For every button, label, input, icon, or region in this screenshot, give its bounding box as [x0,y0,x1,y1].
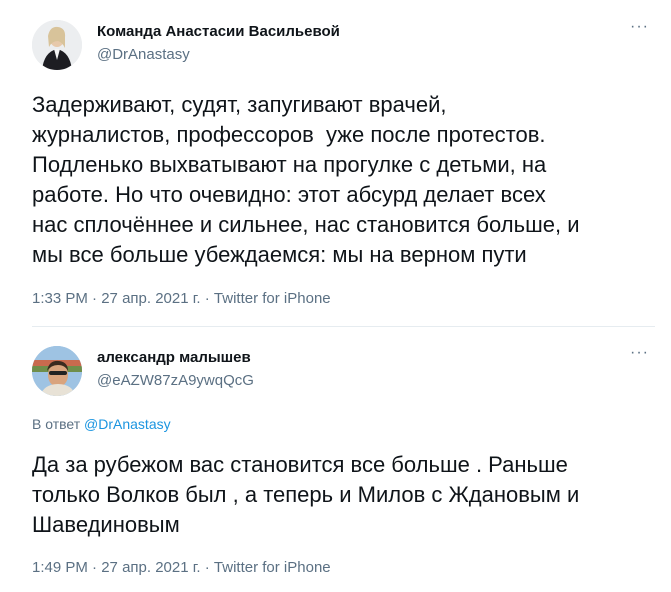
avatar[interactable] [32,20,82,70]
tweet-time-link[interactable]: 1:49 PM [32,559,88,576]
reply-context: В ответ @DrAnastasy [32,416,171,432]
avatar-photo-icon [32,20,82,70]
avatar-photo-icon [32,346,82,396]
avatar[interactable] [32,346,82,396]
meta-separator: · [87,290,102,307]
author-name[interactable]: Команда Анастасии Васильевой [97,23,340,40]
tweet-text: Да за рубежом вас становится все больше … [32,452,580,537]
tweet-date-link[interactable]: 27 апр. 2021 г. [101,559,200,576]
tweet-source-link[interactable]: Twitter for iPhone [214,290,331,307]
tweet-card: александр малышев @eAZW87zA9ywqQcG ··· В… [0,326,671,592]
author-name[interactable]: александр малышев [97,349,251,366]
meta-separator: · [200,290,214,307]
author-handle[interactable]: @DrAnastasy [97,46,190,63]
tweet-time-link[interactable]: 1:33 PM [32,290,88,307]
tweet-card: Команда Анастасии Васильевой @DrAnastasy… [0,0,671,326]
tweet-source-link[interactable]: Twitter for iPhone [214,559,331,576]
meta-separator: · [87,559,102,576]
tweet-meta: 1:49 PM · 27 апр. 2021 г. · Twitter for … [32,559,331,576]
tweet-date-link[interactable]: 27 апр. 2021 г. [101,290,200,307]
author-handle[interactable]: @eAZW87zA9ywqQcG [97,372,254,389]
tweet-text: Задерживают, судят, запугивают врачей, ж… [32,92,580,267]
tweet-meta: 1:33 PM · 27 апр. 2021 г. · Twitter for … [32,290,331,307]
more-horizontal-icon[interactable]: ··· [630,18,649,36]
more-horizontal-icon[interactable]: ··· [630,344,649,362]
reply-prefix: В ответ [32,416,85,432]
reply-mention-link[interactable]: @DrAnastasy [84,416,171,432]
meta-separator: · [200,559,214,576]
